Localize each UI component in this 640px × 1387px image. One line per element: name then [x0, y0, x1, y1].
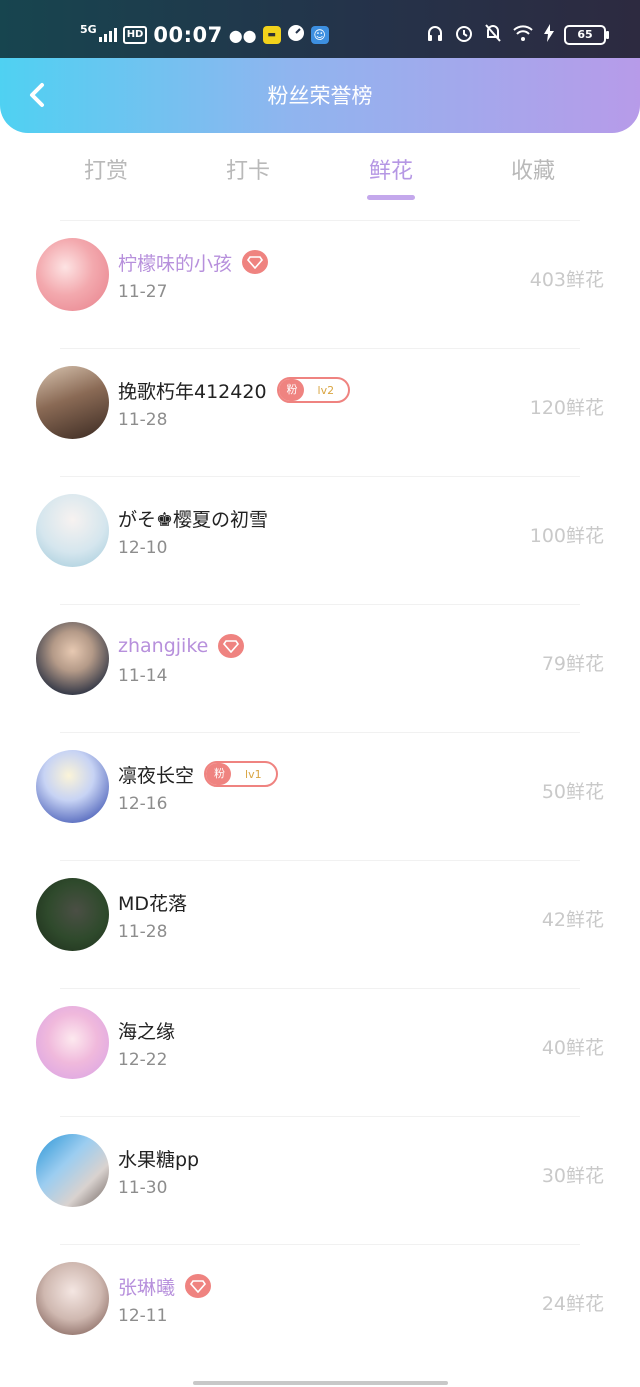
header-bar: 粉丝荣誉榜	[0, 58, 640, 133]
flower-count: 403鲜花	[529, 269, 604, 291]
date: 12-10	[118, 538, 168, 558]
flower-count: 40鲜花	[541, 1037, 604, 1059]
flower-count: 120鲜花	[529, 397, 604, 419]
user-name[interactable]: 挽歌朽年412420	[118, 377, 267, 404]
wifi-icon	[512, 24, 534, 47]
user-name[interactable]: 柠檬味的小孩	[118, 249, 232, 276]
home-indicator[interactable]	[193, 1381, 448, 1385]
flower-count: 79鲜花	[541, 653, 604, 675]
signal-icon	[98, 28, 117, 42]
list-item[interactable]: MD花落 11-28 42鲜花	[0, 860, 640, 988]
ticket-app-icon: ▬	[262, 26, 281, 44]
tab-reward[interactable]: 打赏	[46, 153, 166, 185]
user-name[interactable]: zhangjike	[118, 635, 208, 657]
hd-icon: HD	[122, 26, 148, 44]
date: 11-30	[118, 1178, 168, 1198]
date: 12-22	[118, 1050, 168, 1070]
list-item[interactable]: 凛夜长空 粉 lv1 12-16 50鲜花	[0, 732, 640, 860]
network-type: 5G	[80, 22, 97, 36]
status-time: 00:07	[153, 23, 223, 47]
flower-count: 50鲜花	[541, 781, 604, 803]
diamond-badge-icon	[218, 634, 245, 658]
wechat-icon: ●●	[228, 25, 257, 45]
list-item[interactable]: がそ♚樱夏の初雪 12-10 100鲜花	[0, 476, 640, 604]
date: 12-16	[118, 794, 168, 814]
flower-count: 100鲜花	[529, 525, 604, 547]
user-name[interactable]: MD花落	[118, 889, 187, 916]
avatar[interactable]	[36, 494, 109, 567]
speedometer-icon	[287, 24, 305, 46]
list-item[interactable]: zhangjike 11-14 79鲜花	[0, 604, 640, 732]
list-item[interactable]: 挽歌朽年412420 粉 lv2 11-28 120鲜花	[0, 348, 640, 476]
avatar[interactable]	[36, 750, 109, 823]
tab-indicator	[367, 195, 415, 200]
flower-count: 30鲜花	[541, 1165, 604, 1187]
avatar[interactable]	[36, 878, 109, 951]
date: 11-28	[118, 922, 168, 942]
user-name[interactable]: 海之缘	[118, 1017, 175, 1044]
user-name[interactable]: 张琳曦	[118, 1273, 175, 1300]
avatar[interactable]	[36, 1134, 109, 1207]
fan-level-badge: 粉 lv2	[276, 377, 351, 403]
date: 11-14	[118, 666, 168, 686]
user-name[interactable]: 凛夜长空	[118, 761, 194, 788]
tab-bar: 打赏 打卡 鲜花 收藏	[0, 135, 640, 215]
avatar[interactable]	[36, 1006, 109, 1079]
headphones-icon	[426, 24, 444, 47]
diamond-badge-icon	[242, 250, 269, 274]
list-item[interactable]: 张琳曦 12-11 24鲜花	[0, 1244, 640, 1372]
charging-icon	[544, 23, 554, 47]
page-title: 粉丝荣誉榜	[267, 84, 373, 108]
alarm-icon	[454, 23, 474, 48]
date: 11-27	[118, 282, 168, 302]
avatar[interactable]	[36, 1262, 109, 1335]
tab-checkin[interactable]: 打卡	[188, 153, 308, 185]
avatar[interactable]	[36, 622, 109, 695]
user-name[interactable]: 水果糖pp	[118, 1145, 199, 1172]
tab-favorites[interactable]: 收藏	[473, 153, 593, 185]
fan-level-badge: 粉 lv1	[204, 761, 278, 787]
date: 12-11	[118, 1306, 168, 1326]
list-item[interactable]: 水果糖pp 11-30 30鲜花	[0, 1116, 640, 1244]
ranking-list: 柠檬味的小孩 11-27 403鲜花 挽歌朽年412420 粉 lv2 11-28…	[0, 220, 640, 1372]
robot-app-icon: ☺	[310, 26, 329, 44]
flower-count: 24鲜花	[541, 1293, 604, 1315]
diamond-badge-icon	[185, 1274, 212, 1298]
tab-flowers[interactable]: 鲜花	[331, 153, 451, 200]
avatar[interactable]	[36, 366, 109, 439]
battery-icon: 65	[564, 25, 609, 45]
list-item[interactable]: 海之缘 12-22 40鲜花	[0, 988, 640, 1116]
bell-off-icon	[484, 23, 502, 48]
user-name[interactable]: がそ♚樱夏の初雪	[118, 505, 268, 532]
flower-count: 42鲜花	[541, 909, 604, 931]
avatar[interactable]	[36, 238, 109, 311]
date: 11-28	[118, 410, 168, 430]
list-item[interactable]: 柠檬味的小孩 11-27 403鲜花	[0, 220, 640, 348]
